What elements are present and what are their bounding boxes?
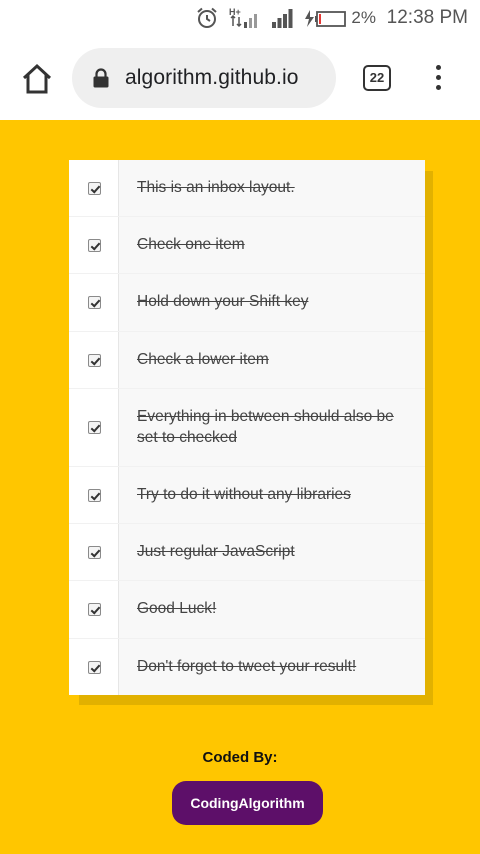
- item-checkbox[interactable]: [88, 354, 101, 367]
- battery-charging-icon: [305, 10, 347, 27]
- item-label: Try to do it without any libraries: [137, 486, 351, 503]
- item-label: This is an inbox layout.: [137, 179, 295, 196]
- list-item: Just regular JavaScript: [69, 524, 425, 581]
- item-checkbox[interactable]: [88, 239, 101, 252]
- item-label: Check a lower item: [137, 351, 269, 368]
- item-label: Just regular JavaScript: [137, 543, 295, 560]
- status-bar: H+ 2% 12:38 PM: [0, 0, 480, 36]
- lock-icon: [93, 68, 109, 88]
- list-item: Hold down your Shift key: [69, 274, 425, 332]
- coded-by-label: Coded By:: [202, 749, 278, 766]
- item-checkbox[interactable]: [88, 421, 101, 434]
- address-bar[interactable]: algorithm.github.io: [72, 48, 336, 108]
- item-label: Don't forget to tweet your result!: [137, 658, 357, 675]
- item-checkbox[interactable]: [88, 296, 101, 309]
- list-item: Check one item: [69, 217, 425, 274]
- list-item: Check a lower item: [69, 332, 425, 389]
- item-label: Everything in between should also be set…: [137, 408, 394, 446]
- item-label: Hold down your Shift key: [137, 293, 309, 310]
- network-type-label: H+: [229, 7, 241, 17]
- item-checkbox[interactable]: [88, 603, 101, 616]
- mobile-data-signal-icon: H+: [229, 7, 258, 28]
- list-item: Everything in between should also be set…: [69, 389, 425, 467]
- item-checkbox[interactable]: [88, 661, 101, 674]
- home-icon[interactable]: [20, 63, 54, 95]
- status-icons: H+ 2%: [195, 6, 376, 30]
- page-content: This is an inbox layout. Check one item …: [0, 120, 480, 854]
- alarm-icon: [197, 7, 218, 28]
- item-label: Check one item: [137, 236, 245, 253]
- list-item: Try to do it without any libraries: [69, 467, 425, 524]
- item-label: Good Luck!: [137, 600, 217, 617]
- item-checkbox[interactable]: [88, 182, 101, 195]
- battery-percent: 2%: [351, 8, 376, 27]
- tab-switcher-button[interactable]: 22: [363, 65, 391, 91]
- clock: 12:38 PM: [386, 7, 468, 28]
- author-button[interactable]: CodingAlgorithm: [172, 781, 323, 825]
- inbox: This is an inbox layout. Check one item …: [69, 160, 425, 695]
- list-item: Don't forget to tweet your result!: [69, 639, 425, 695]
- list-item: This is an inbox layout.: [69, 160, 425, 217]
- browser-toolbar: algorithm.github.io 22: [0, 36, 480, 120]
- url-text[interactable]: algorithm.github.io: [125, 66, 299, 90]
- item-checkbox[interactable]: [88, 546, 101, 559]
- item-checkbox[interactable]: [88, 489, 101, 502]
- overflow-menu-icon[interactable]: [432, 65, 444, 93]
- list-item: Good Luck!: [69, 581, 425, 639]
- cell-signal-icon: [272, 9, 293, 28]
